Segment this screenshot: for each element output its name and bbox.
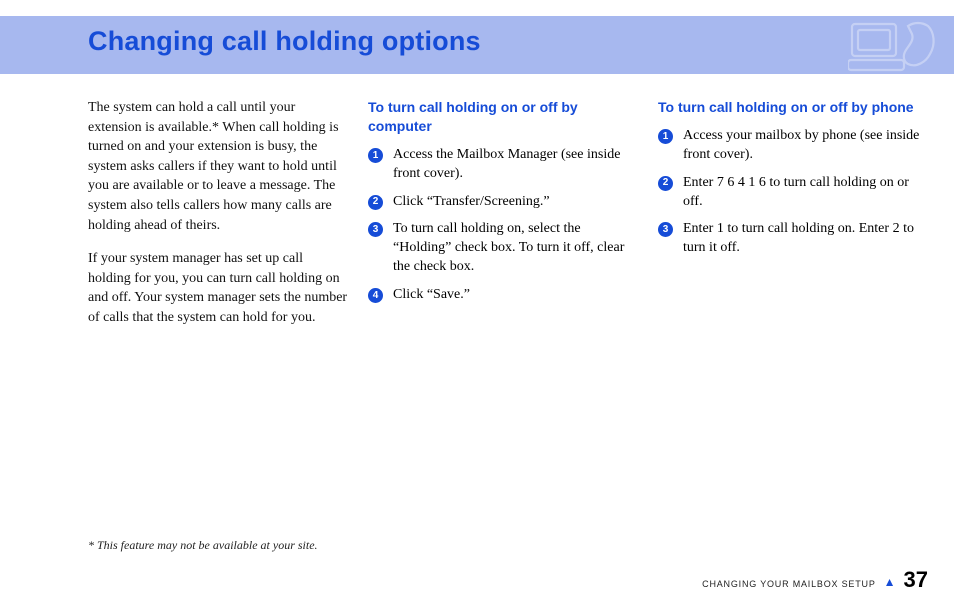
step-text: To turn call holding on, select the “Hol… (393, 220, 638, 277)
step-text: Access your mailbox by phone (see inside… (683, 127, 928, 165)
step-text: Click “Transfer/Screening.” (393, 193, 638, 212)
step-number-icon: 1 (368, 148, 383, 163)
list-item: 4 Click “Save.” (368, 286, 638, 305)
step-text: Access the Mailbox Manager (see inside f… (393, 146, 638, 184)
list-item: 1 Access the Mailbox Manager (see inside… (368, 146, 638, 184)
content-area: The system can hold a call until your ex… (88, 98, 928, 342)
footer-section-label: CHANGING YOUR MAILBOX SETUP (702, 579, 875, 589)
list-item: 1 Access your mailbox by phone (see insi… (658, 127, 928, 165)
step-list: 1 Access the Mailbox Manager (see inside… (368, 146, 638, 305)
step-number-icon: 2 (368, 195, 383, 210)
intro-paragraph-1: The system can hold a call until your ex… (88, 98, 348, 235)
intro-paragraph-2: If your system manager has set up call h… (88, 249, 348, 327)
intro-column: The system can hold a call until your ex… (88, 98, 348, 342)
page-title: Changing call holding options (88, 26, 481, 57)
step-list: 1 Access your mailbox by phone (see insi… (658, 127, 928, 258)
triangle-icon: ▲ (884, 575, 896, 590)
procedure-computer: To turn call holding on or off by comput… (368, 98, 638, 342)
list-item: 3 To turn call holding on, select the “H… (368, 220, 638, 277)
procedure-phone: To turn call holding on or off by phone … (658, 98, 928, 342)
footnote: * This feature may not be available at y… (88, 538, 318, 553)
list-item: 2 Click “Transfer/Screening.” (368, 193, 638, 212)
list-item: 2 Enter 7 6 4 1 6 to turn call holding o… (658, 174, 928, 212)
page-number: 37 (904, 567, 928, 593)
page-footer: CHANGING YOUR MAILBOX SETUP ▲ 37 (702, 567, 928, 593)
step-number-icon: 4 (368, 288, 383, 303)
step-number-icon: 3 (658, 222, 673, 237)
step-number-icon: 3 (368, 222, 383, 237)
step-number-icon: 1 (658, 129, 673, 144)
procedure-heading: To turn call holding on or off by phone (658, 98, 928, 117)
step-text: Click “Save.” (393, 286, 638, 305)
step-text: Enter 7 6 4 1 6 to turn call holding on … (683, 174, 928, 212)
list-item: 3 Enter 1 to turn call holding on. Enter… (658, 220, 928, 258)
step-text: Enter 1 to turn call holding on. Enter 2… (683, 220, 928, 258)
step-number-icon: 2 (658, 176, 673, 191)
procedure-heading: To turn call holding on or off by comput… (368, 98, 638, 136)
computer-phone-icon (848, 18, 944, 74)
